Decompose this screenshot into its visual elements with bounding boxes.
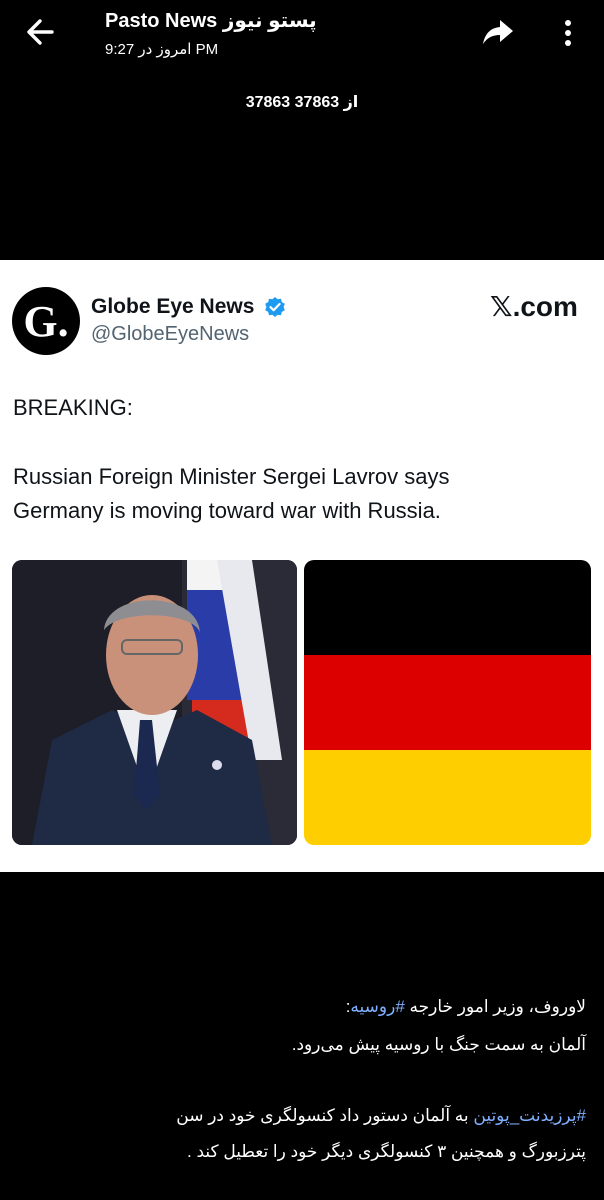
verified-badge-icon bbox=[265, 297, 285, 317]
back-arrow-icon[interactable] bbox=[22, 14, 62, 50]
post-caption-line: آلمان به سمت جنگ با روسیه پیش می‌رود. bbox=[291, 1035, 586, 1054]
tweet-body-line: Germany is moving toward war with Russia… bbox=[13, 498, 441, 523]
hashtag-link[interactable]: #روسیه bbox=[350, 997, 404, 1016]
lavrov-photo[interactable] bbox=[12, 560, 297, 845]
post-caption-line: لاوروف، وزیر امور خارجه #روسیه: bbox=[16, 993, 586, 1021]
caption-text: لاوروف، وزیر امور خارجه bbox=[404, 997, 586, 1016]
flag-stripe-black bbox=[304, 560, 591, 655]
channel-title: Pasto News پستو نیوز bbox=[105, 10, 317, 32]
lavrov-photo-illustration bbox=[12, 560, 297, 845]
flag-stripe-gold bbox=[304, 750, 591, 845]
tweet-body: Russian Foreign Minister Sergei Lavrov s… bbox=[13, 460, 593, 528]
x-logo-icon: 𝕏 bbox=[490, 290, 513, 323]
caption-text: به آلمان دستور داد کنسولگری خود در سن bbox=[176, 1106, 474, 1125]
german-flag-image[interactable] bbox=[304, 560, 591, 845]
tweet-screenshot[interactable]: G. Globe Eye News @GlobeEyeNews 𝕏.com BR… bbox=[0, 260, 604, 872]
tweet-breaking-label: BREAKING: bbox=[13, 395, 133, 420]
post-time: امروز در 9:27 PM bbox=[105, 41, 219, 58]
tweet-handle: @GlobeEyeNews bbox=[91, 323, 250, 345]
top-bar: Pasto News پستو نیوز امروز در 9:27 PM bbox=[0, 0, 604, 80]
hashtag-link[interactable]: #پرزیدنت_پوتین bbox=[473, 1106, 586, 1125]
share-icon[interactable] bbox=[480, 16, 516, 48]
x-com-logo: 𝕏.com bbox=[490, 290, 578, 323]
media-counter: 37863 از 37863 bbox=[245, 94, 359, 111]
tweet-body-line: Russian Foreign Minister Sergei Lavrov s… bbox=[13, 464, 450, 489]
post-caption-line: پترزبورگ و همچنین ۳ کنسولگری دیگر خود را… bbox=[187, 1142, 586, 1161]
more-icon[interactable] bbox=[556, 16, 580, 50]
tweet-author-name: Globe Eye News bbox=[91, 295, 255, 318]
flag-stripe-red bbox=[304, 655, 591, 750]
post-caption-line: #پرزیدنت_پوتین به آلمان دستور داد کنسولگ… bbox=[16, 1102, 586, 1130]
avatar: G. bbox=[12, 287, 80, 355]
x-com-text: .com bbox=[512, 291, 578, 322]
